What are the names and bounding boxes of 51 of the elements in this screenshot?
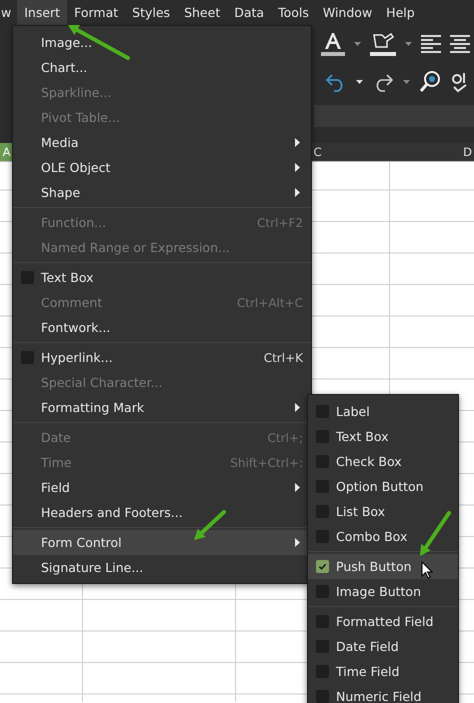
submenu-arrow-icon bbox=[295, 538, 300, 547]
menu-item[interactable]: Hyperlink... Ctrl+K bbox=[13, 345, 311, 370]
menu-item[interactable]: List Box bbox=[308, 499, 458, 524]
checkbox[interactable] bbox=[316, 560, 329, 573]
annotation-arrow bbox=[417, 510, 452, 559]
column-header[interactable]: C bbox=[311, 143, 324, 161]
menu-title[interactable]: Data bbox=[227, 0, 272, 25]
menu-item[interactable]: Chart... bbox=[13, 55, 311, 80]
menu-title[interactable]: Tools bbox=[271, 0, 316, 25]
menu-title[interactable]: Styles bbox=[125, 0, 178, 25]
formula-field[interactable] bbox=[314, 105, 474, 127]
submenu-arrow-icon bbox=[295, 163, 300, 172]
menu-item[interactable]: Push Button bbox=[308, 554, 458, 579]
font-color-icon[interactable] bbox=[321, 31, 345, 57]
menu-title[interactable]: Sheet bbox=[177, 0, 228, 25]
menu-item[interactable]: Text Box bbox=[308, 424, 458, 449]
submenu-arrow-icon bbox=[295, 138, 300, 147]
menu-title[interactable]: w bbox=[0, 0, 18, 25]
menu-item[interactable]: Check Box bbox=[308, 449, 458, 474]
menu-item[interactable]: Numeric Field bbox=[308, 684, 458, 703]
align-left-icon[interactable] bbox=[421, 35, 441, 53]
menu-item[interactable]: Media bbox=[13, 130, 311, 155]
menu-item[interactable]: Date Field bbox=[308, 634, 458, 659]
menu-item[interactable]: Combo Box bbox=[308, 524, 458, 549]
submenu-arrow-icon bbox=[295, 403, 300, 412]
menu-item[interactable]: OLE Object bbox=[13, 155, 311, 180]
menu-item[interactable]: Formatting Mark bbox=[13, 395, 311, 420]
menu-item[interactable]: Text Box bbox=[13, 265, 311, 290]
submenu-arrow-icon bbox=[295, 483, 300, 492]
menu-item[interactable]: Label bbox=[308, 399, 458, 424]
menu-item[interactable]: Headers and Footers... bbox=[13, 500, 311, 525]
align-center-icon[interactable] bbox=[450, 35, 470, 53]
menu-item[interactable]: Formatted Field bbox=[308, 609, 458, 634]
menu-item[interactable]: Option Button bbox=[308, 474, 458, 499]
find-replace-icon[interactable] bbox=[419, 70, 443, 94]
annotation-arrow bbox=[191, 509, 227, 543]
menu-title[interactable]: Insert bbox=[17, 0, 68, 25]
menu-item[interactable]: Signature Line... bbox=[13, 555, 311, 580]
menu-item[interactable]: Fontwork... bbox=[13, 315, 311, 340]
mouse-pointer-icon bbox=[421, 561, 433, 579]
column-header[interactable]: D bbox=[461, 143, 474, 161]
menu-title[interactable]: Format bbox=[67, 0, 126, 25]
menu-title[interactable]: Help bbox=[379, 0, 422, 25]
menu-title[interactable]: Window bbox=[316, 0, 380, 25]
menu-item[interactable]: Field bbox=[13, 475, 311, 500]
highlighter-icon[interactable] bbox=[370, 31, 396, 57]
menu-item[interactable]: Shape bbox=[13, 180, 311, 205]
menu-item[interactable]: Image Button bbox=[308, 579, 458, 604]
submenu-arrow-icon bbox=[295, 188, 300, 197]
dropdown-caret-icon[interactable] bbox=[356, 80, 363, 84]
menu-item[interactable]: Time Field bbox=[308, 659, 458, 684]
